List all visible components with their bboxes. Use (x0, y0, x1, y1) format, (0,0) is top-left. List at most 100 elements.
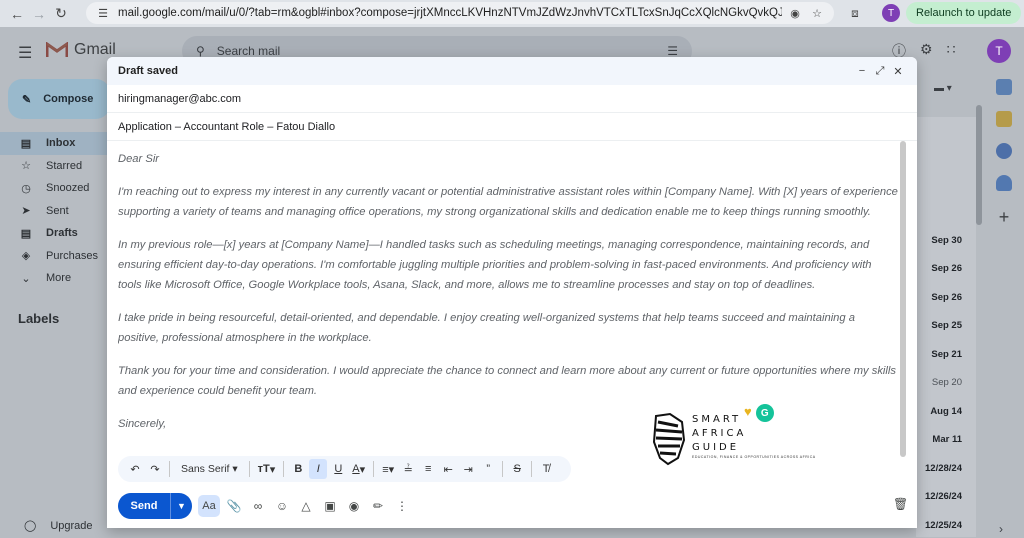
address-bar[interactable]: ☰ mail.google.com/mail/u/0/?tab=rm&ogbl#… (86, 2, 834, 24)
discard-draft-icon[interactable]: 🗑 (893, 497, 908, 511)
list-scrollbar[interactable] (976, 105, 982, 225)
message-date[interactable]: Sep 20 (918, 369, 974, 398)
sidebar-item-label: Inbox (46, 137, 76, 150)
sidebar-item-purchases[interactable]: ◈ Purchases (0, 245, 120, 268)
upgrade-link[interactable]: ◯ Upgrade (24, 519, 93, 533)
relaunch-button[interactable]: Relaunch to update (906, 2, 1022, 24)
divider (283, 461, 285, 477)
photo-icon[interactable]: ▣ (320, 495, 340, 517)
message-date[interactable]: Sep 21 (918, 340, 974, 369)
close-icon[interactable]: ✕ (890, 65, 906, 78)
align-icon[interactable]: ≡▾ (379, 459, 397, 479)
tag-icon: ◈ (21, 250, 31, 263)
minimize-icon[interactable]: − (854, 65, 870, 77)
font-size-icon[interactable]: тT ▾ (255, 459, 279, 479)
reload-icon[interactable]: ↻ (50, 3, 72, 25)
gmail-logo[interactable]: Gmail (46, 41, 116, 59)
sidebar-nav: ▤ Inbox ☆ Starred ◷ Snoozed ➤ Sent ▤ Drafts ◈… (0, 132, 120, 290)
site-settings-icon[interactable]: ☰ (94, 4, 112, 22)
confidential-lock-icon[interactable]: ◉ (344, 495, 364, 517)
message-date[interactable]: Sep 26 (918, 255, 974, 284)
sidebar-item-starred[interactable]: ☆ Starred (0, 155, 120, 178)
message-date[interactable]: 12/28/24 (918, 454, 974, 483)
sidebar-item-sent[interactable]: ➤ Sent (0, 200, 120, 223)
formatting-options-button[interactable]: Aa (198, 495, 220, 517)
compose-button[interactable]: ✎ Compose (8, 79, 110, 119)
back-icon[interactable]: ← (6, 3, 28, 25)
apps-grid-icon[interactable]: ∷ (947, 41, 956, 61)
eye-icon[interactable]: ◉ (786, 4, 804, 22)
sidebar-item-snoozed[interactable]: ◷ Snoozed (0, 177, 120, 200)
calendar-icon[interactable] (996, 79, 1012, 95)
bulleted-list-icon[interactable]: ≡ (419, 459, 437, 479)
gmail-m-icon (46, 42, 68, 57)
density-icon[interactable]: ▬ ▾ (934, 83, 952, 94)
underline-icon[interactable]: U (329, 459, 347, 479)
watermark-line1: SMART (692, 414, 742, 425)
account-avatar[interactable]: T (987, 39, 1011, 63)
body-paragraph: I'm reaching out to express my interest … (118, 186, 898, 218)
subject-field[interactable]: Application – Accountant Role – Fatou Di… (107, 113, 917, 141)
signature-pen-icon[interactable]: ✏ (368, 495, 388, 517)
message-date[interactable]: 12/26/24 (918, 483, 974, 512)
indent-more-icon[interactable]: ⇥ (459, 459, 477, 479)
divider (169, 461, 170, 477)
message-date[interactable]: Mar 11 (918, 426, 974, 455)
link-icon[interactable]: ∞ (248, 495, 268, 517)
send-icon: ➤ (21, 205, 31, 218)
send-options-icon[interactable]: ▼ (170, 493, 192, 519)
undo-icon[interactable]: ↶ (126, 459, 144, 479)
body-scrollbar[interactable] (900, 141, 906, 457)
inbox-icon: ▤ (20, 137, 32, 150)
more-options-icon[interactable]: ⋮ (392, 495, 412, 517)
remove-formatting-icon[interactable]: T̸ (537, 459, 555, 479)
numbered-list-icon[interactable]: ≟ (399, 459, 417, 479)
send-button[interactable]: Send (118, 493, 170, 519)
font-family-select[interactable]: Sans Serif ▾ (175, 459, 244, 479)
main-menu-icon[interactable]: ☰ (18, 43, 32, 63)
fullscreen-icon[interactable]: ⤢ (872, 65, 888, 78)
indent-less-icon[interactable]: ⇤ (439, 459, 457, 479)
drive-icon[interactable]: △ (296, 495, 316, 517)
tasks-icon[interactable] (996, 143, 1012, 159)
expand-panel-icon[interactable]: › (999, 522, 1003, 536)
quote-icon[interactable]: ” (479, 459, 497, 479)
message-date[interactable]: Sep 25 (918, 312, 974, 341)
attach-icon[interactable]: 📎 (224, 495, 244, 517)
message-date[interactable]: 12/25/24 (918, 511, 974, 538)
chevron-down-icon: ⌄ (21, 272, 31, 285)
search-options-icon[interactable]: ☰ (667, 44, 678, 58)
upgrade-icon: ◯ (24, 520, 37, 532)
body-paragraph: I take pride in being resourceful, detai… (118, 312, 855, 344)
search-input[interactable]: Search mail (217, 44, 280, 58)
search-icon[interactable]: ⚲ (196, 44, 205, 58)
settings-gear-icon[interactable]: ⚙ (920, 41, 933, 61)
sidebar-item-label: More (46, 272, 72, 285)
emoji-icon[interactable]: ☺ (272, 495, 292, 517)
redo-icon[interactable]: ↷ (146, 459, 164, 479)
text-color-icon[interactable]: A ▾ (349, 459, 368, 479)
extensions-icon[interactable]: ⧈ (846, 4, 864, 22)
sidebar-item-label: Snoozed (46, 182, 90, 195)
keep-icon[interactable] (996, 111, 1012, 127)
compose-label: Compose (43, 93, 94, 105)
bold-icon[interactable]: B (289, 459, 307, 479)
sidebar-item-drafts[interactable]: ▤ Drafts (0, 222, 120, 245)
contacts-icon[interactable] (996, 175, 1012, 191)
message-date[interactable]: Sep 30 (918, 226, 974, 255)
sidebar-item-label: Sent (46, 204, 69, 217)
compose-footer: Send ▼ Aa 📎 ∞ ☺ △ ▣ ◉ ✏ ⋮ (118, 493, 412, 519)
message-date[interactable]: Aug 14 (918, 397, 974, 426)
message-date[interactable]: Sep 26 (918, 283, 974, 312)
strikethrough-icon[interactable]: S (508, 459, 526, 479)
bookmark-star-icon[interactable]: ☆ (808, 4, 826, 22)
browser-profile-avatar[interactable]: T (882, 4, 900, 22)
sidebar-item-inbox[interactable]: ▤ Inbox (0, 132, 120, 155)
sidebar-item-label: Drafts (46, 227, 78, 240)
to-field[interactable]: hiringmanager@abc.com (107, 85, 917, 113)
add-app-icon[interactable]: + (999, 207, 1010, 228)
italic-icon[interactable]: I (309, 459, 328, 479)
forward-icon[interactable]: → (28, 3, 50, 25)
sidebar-item-more[interactable]: ⌄ More (0, 267, 120, 290)
star-icon: ☆ (21, 160, 31, 173)
